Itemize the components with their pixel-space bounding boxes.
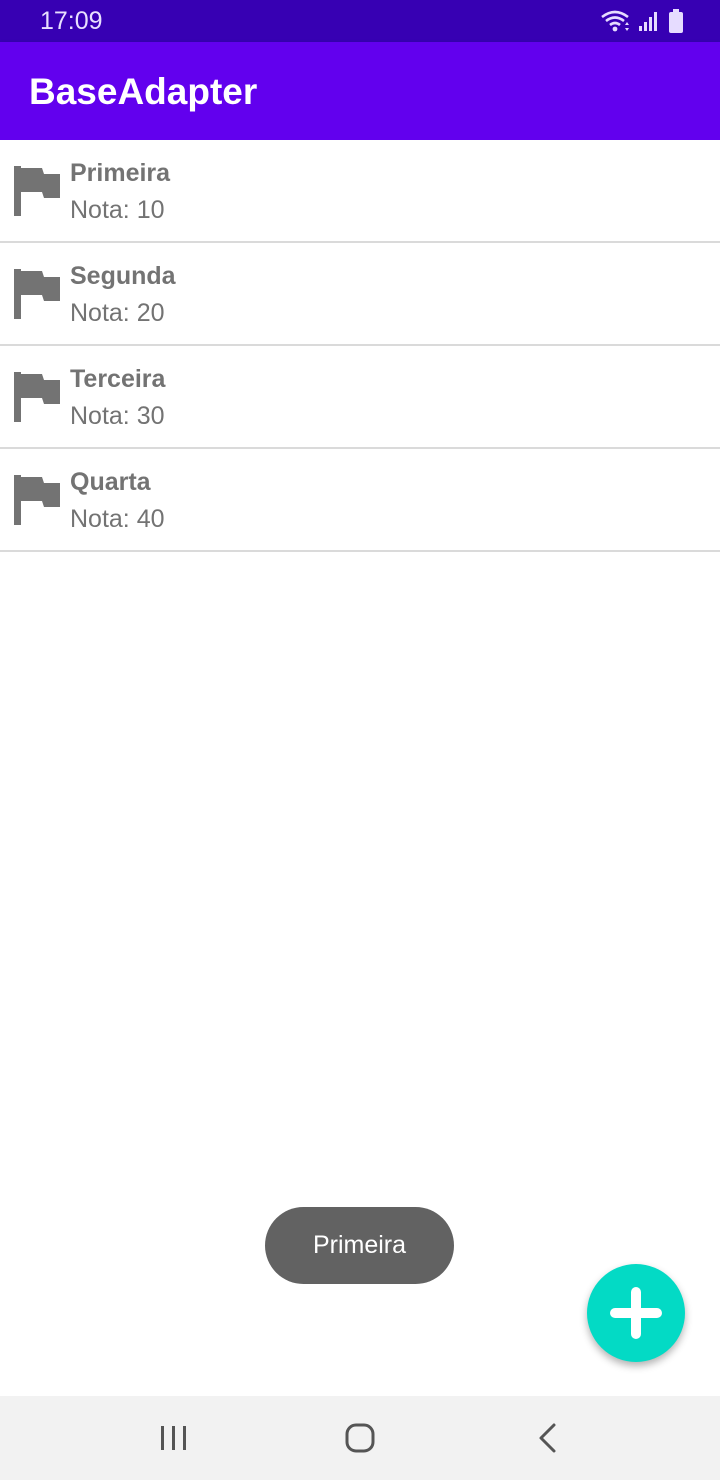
flag-icon (14, 372, 60, 422)
list-item-title: Primeira (70, 159, 171, 187)
status-bar: 17:09 (0, 0, 720, 42)
flag-icon (14, 269, 60, 319)
list-item-title: Segunda (70, 262, 176, 290)
home-icon[interactable] (340, 1418, 380, 1458)
list-item[interactable]: Segunda Nota: 20 (0, 243, 720, 346)
status-icons (600, 8, 684, 34)
recent-apps-icon[interactable] (154, 1418, 194, 1458)
app-title: BaseAdapter (29, 71, 258, 112)
list-item-subtitle: Nota: 20 (70, 299, 165, 327)
battery-icon (669, 9, 683, 33)
list-item-title: Quarta (70, 468, 151, 496)
flag-icon (14, 475, 60, 525)
list-item[interactable]: Terceira Nota: 30 (0, 346, 720, 449)
status-time: 17:09 (40, 7, 103, 35)
wifi-icon (601, 10, 629, 32)
list-item[interactable]: Quarta Nota: 40 (0, 449, 720, 552)
toast-message: Primeira (265, 1207, 454, 1284)
list-item-subtitle: Nota: 30 (70, 402, 165, 430)
list: Primeira Nota: 10 Segunda Nota: 20 Terce… (0, 140, 720, 552)
add-fab-button[interactable] (587, 1264, 685, 1362)
list-item[interactable]: Primeira Nota: 10 (0, 140, 720, 243)
plus-icon (610, 1287, 662, 1339)
navigation-bar (0, 1396, 720, 1480)
back-icon[interactable] (528, 1418, 568, 1458)
list-item-subtitle: Nota: 10 (70, 196, 165, 224)
list-item-subtitle: Nota: 40 (70, 505, 165, 533)
app-bar: BaseAdapter (0, 42, 720, 140)
flag-icon (14, 166, 60, 216)
signal-icon (639, 12, 657, 31)
list-item-title: Terceira (70, 365, 166, 393)
screen: 17:09 BaseAdapter Primeira Nota: 10 Segu… (0, 0, 720, 1480)
